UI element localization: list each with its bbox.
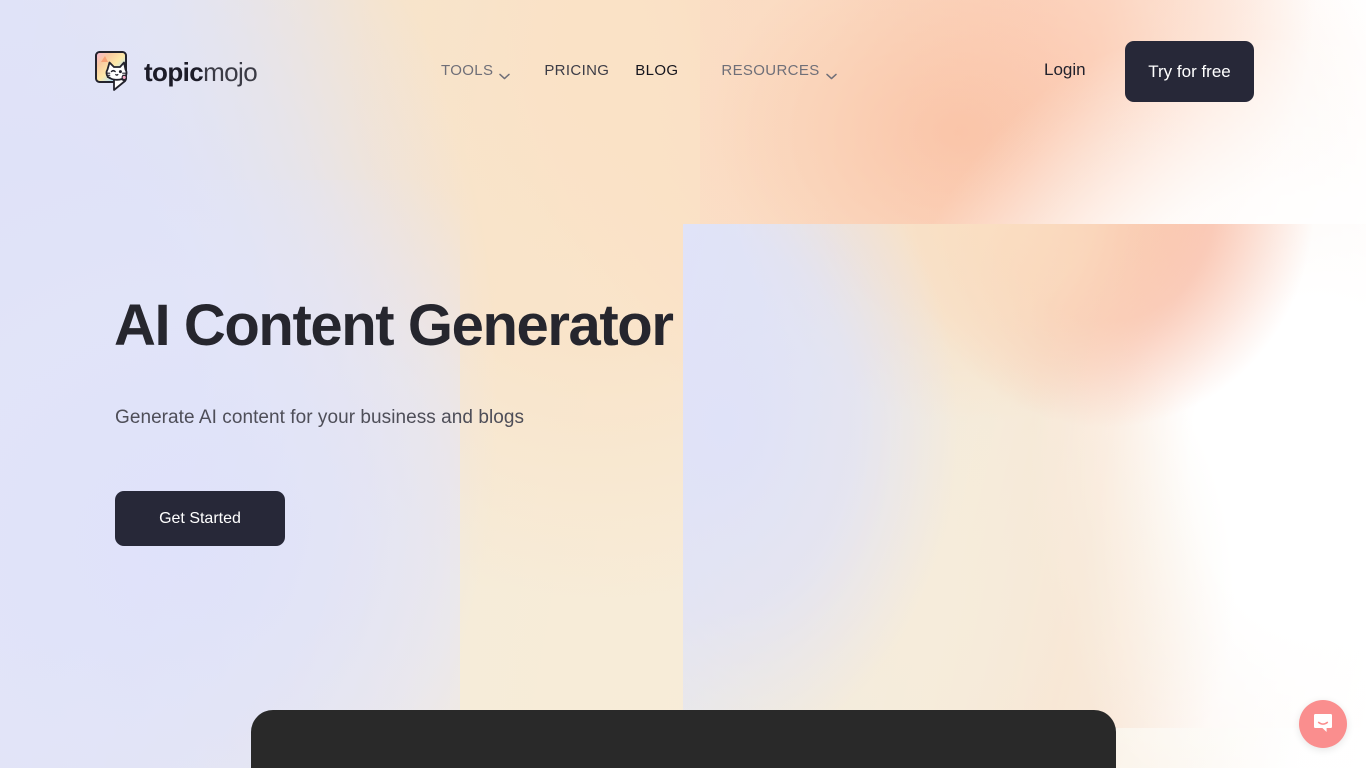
logo[interactable]: topicmojo [94,50,258,94]
logo-wordmark: topicmojo [144,57,258,87]
hero-section: AI Content Generator Generate AI content… [114,293,714,546]
primary-navigation: TOOLS PRICING BLOG RESOURCES [441,60,837,81]
nav-item-label: PRICING [544,62,610,79]
logo-word-topic: topic [144,57,204,87]
hero-subtitle: Generate AI content for your business an… [115,407,524,428]
chat-launcher-button[interactable] [1299,700,1347,748]
bottom-dark-panel [251,710,1116,768]
chevron-down-icon [499,67,511,80]
page-root: topicmojo TOOLS PRICING BLOG RESOURCES L… [0,0,1366,768]
site-header: topicmojo TOOLS PRICING BLOG RESOURCES L… [0,0,1366,143]
nav-item-resources[interactable]: RESOURCES [721,60,837,81]
chat-bubble-icon [1312,712,1334,737]
nav-item-tools[interactable]: TOOLS [441,60,511,81]
cat-speech-bubble-icon [94,50,138,94]
nav-item-label: TOOLS [441,62,494,79]
nav-item-label: BLOG [635,62,679,79]
login-link[interactable]: Login [1044,60,1086,80]
page-title: AI Content Generator [114,293,674,358]
nav-item-blog[interactable]: BLOG [635,60,678,81]
logo-word-mojo: mojo [203,57,258,87]
nav-item-label: RESOURCES [721,62,820,79]
nav-item-pricing[interactable]: PRICING [544,60,609,81]
get-started-button[interactable]: Get Started [115,491,285,546]
chevron-down-icon [825,67,837,80]
try-for-free-button[interactable]: Try for free [1125,41,1254,102]
